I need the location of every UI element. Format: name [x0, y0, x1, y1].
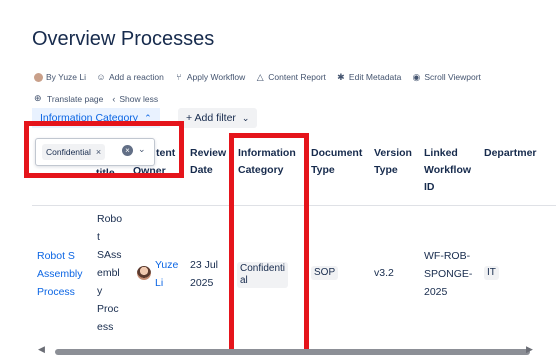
department-tag: IT [484, 266, 499, 280]
highlight-box-category [229, 133, 309, 355]
col-header-linked-workflow-id[interactable]: Linked Workflow ID [424, 145, 471, 196]
smiley-icon: ☺ [96, 72, 106, 82]
col-header-document-type[interactable]: Document Type [311, 145, 362, 179]
globe-icon: ⊕ [34, 93, 42, 103]
scroll-viewport-button[interactable]: ◉ Scroll Viewport [411, 71, 480, 83]
author-avatar [34, 72, 43, 82]
chevron-left-icon: ‹ [112, 93, 116, 104]
doc-type-tag: SOP [311, 266, 339, 280]
owner-link[interactable]: Yuze Li [155, 256, 178, 292]
title-cell: Robo t SAss embl y Proc ess [97, 213, 123, 333]
page-byline: By Yuze Li ☺ Add a reaction ⑂ Apply Work… [34, 70, 491, 84]
add-filter-button[interactable]: + Add filter ⌄ [178, 108, 258, 128]
author-link[interactable]: By Yuze Li [34, 72, 86, 82]
col-header-version-type[interactable]: Version Type [374, 145, 412, 179]
page-actions-row: ⊕ Translate page ‹ Show less [34, 93, 158, 104]
page-title: Overview Processes [32, 28, 215, 50]
scroll-left-arrow[interactable]: ◀ [38, 344, 45, 355]
scroll-right-arrow[interactable]: ▶ [526, 344, 533, 355]
col-header-department[interactable]: Departmer [484, 145, 537, 162]
metadata-icon: ✱ [337, 71, 345, 82]
workflow-icon: ⑂ [176, 72, 182, 82]
warning-icon: △ [256, 71, 264, 82]
apply-workflow-button[interactable]: ⑂ Apply Workflow [174, 72, 245, 82]
col-header-review-date[interactable]: Review Date [190, 145, 226, 179]
workflow-id-cell: WF-ROB- SPONGE- 2025 [424, 250, 473, 298]
chevron-down-icon: ⌄ [241, 112, 250, 123]
eye-icon: ◉ [412, 71, 421, 82]
horizontal-scrollbar-thumb[interactable] [55, 349, 530, 355]
version-cell: v3.2 [374, 267, 394, 279]
show-less-button[interactable]: ‹ Show less [112, 94, 158, 104]
highlight-box-filter [24, 121, 184, 178]
content-report-button[interactable]: △ Content Report [255, 71, 326, 83]
edit-metadata-button[interactable]: ✱ Edit Metadata [336, 71, 401, 83]
process-name-link[interactable]: Robot S Assembly Process [37, 247, 83, 301]
translate-page-button[interactable]: ⊕ Translate page [34, 93, 103, 104]
owner-avatar [137, 266, 151, 280]
review-date-cell: 23 Jul 2025 [190, 259, 219, 289]
add-reaction-button[interactable]: ☺ Add a reaction [96, 72, 163, 82]
